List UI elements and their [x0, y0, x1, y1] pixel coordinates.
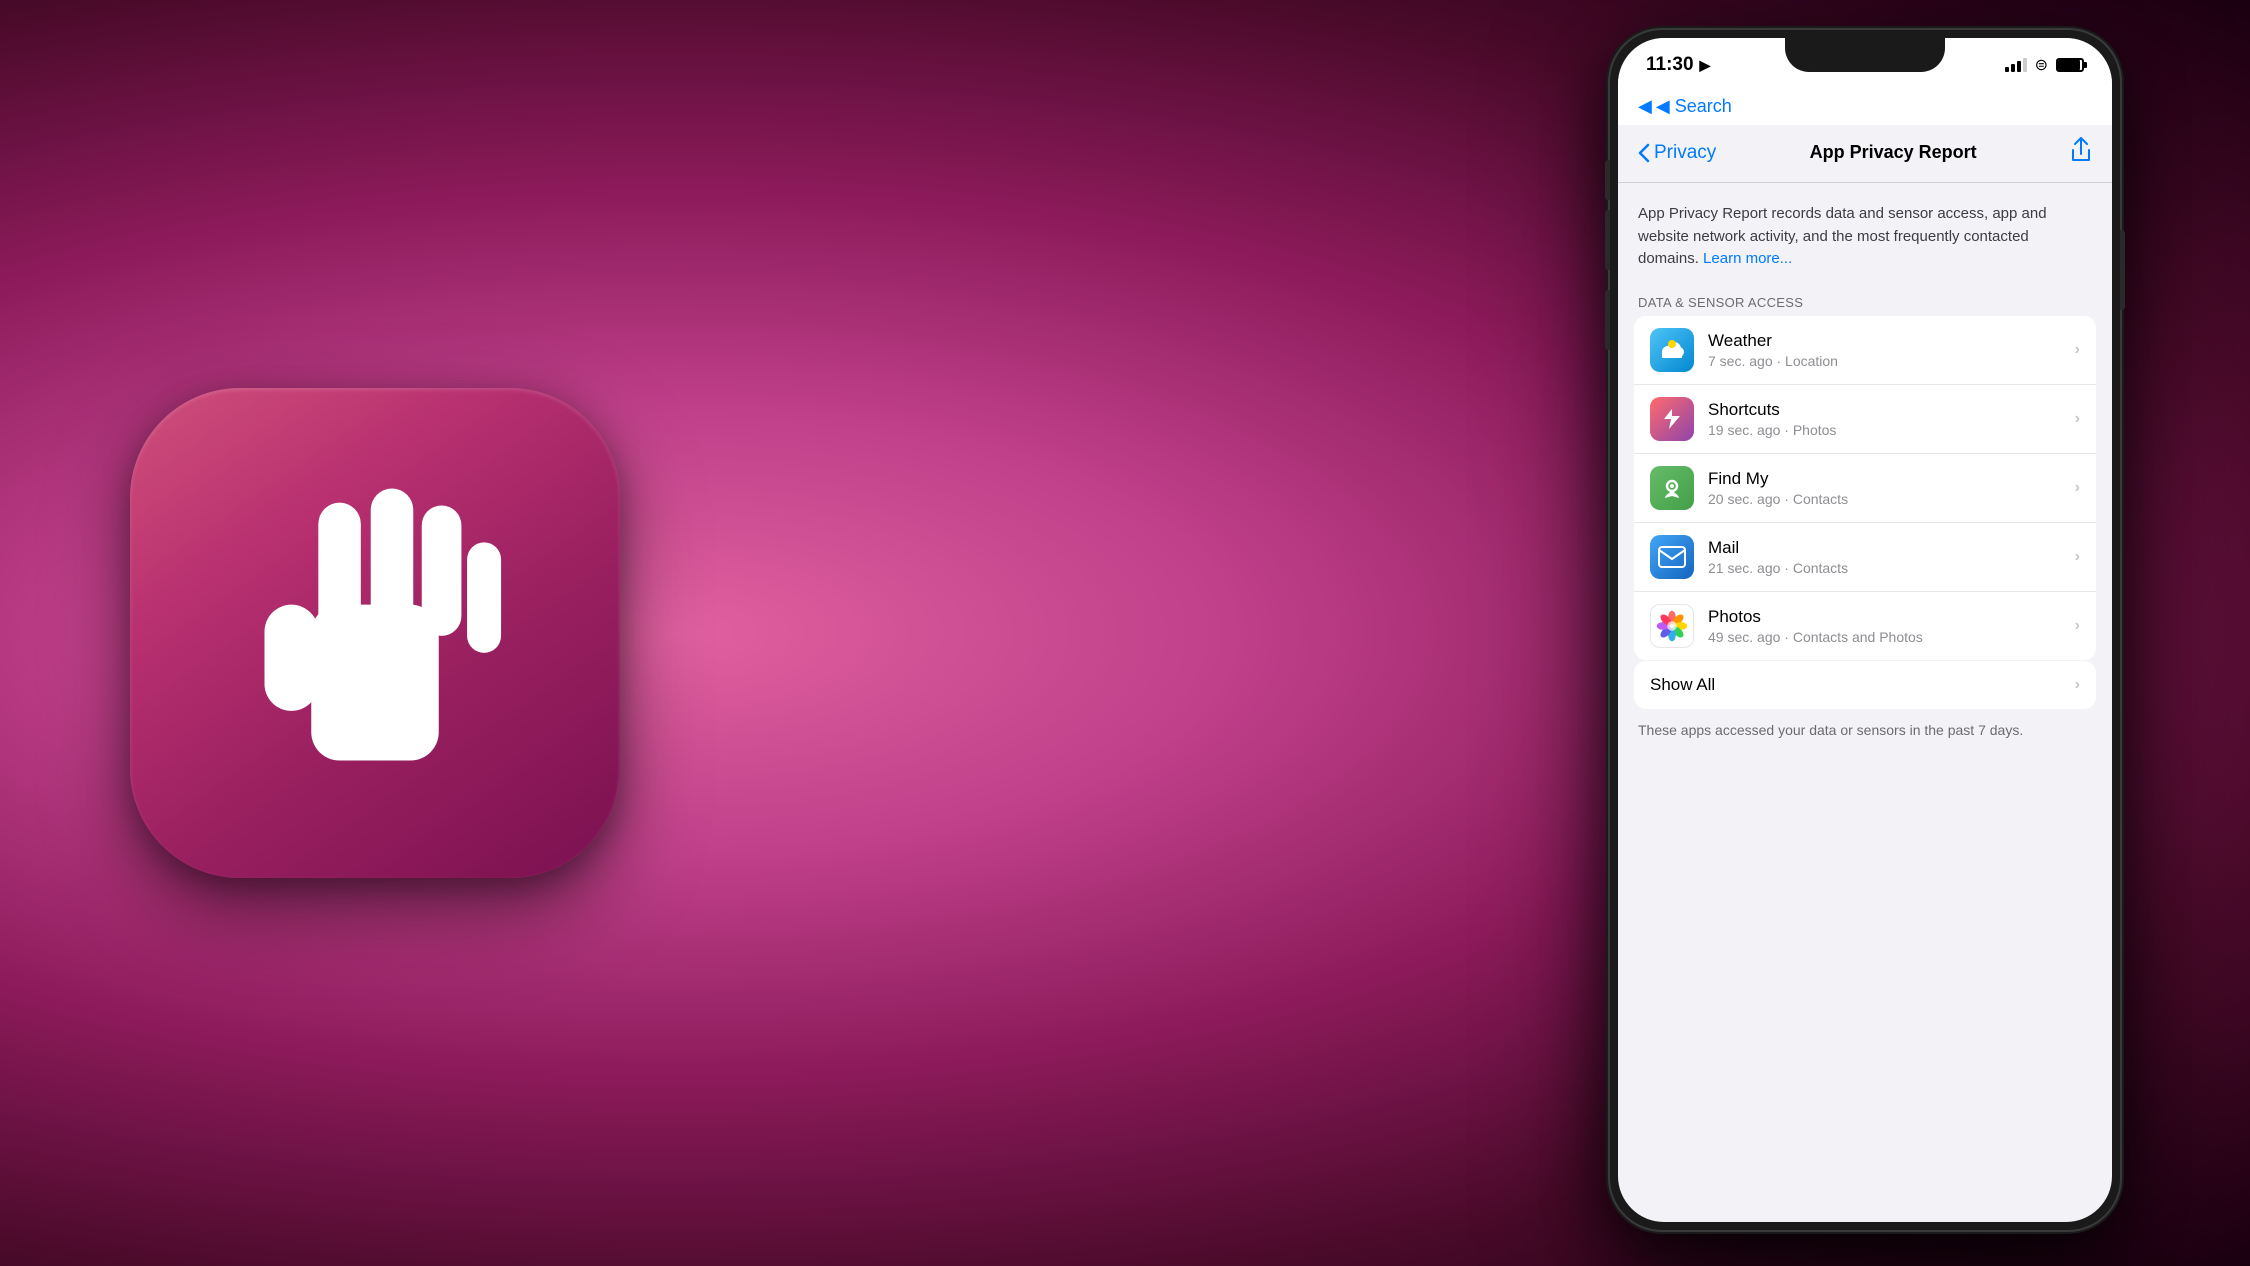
- show-all-chevron-icon: ›: [2075, 676, 2080, 694]
- nav-back-label: Privacy: [1654, 142, 1716, 164]
- description-text: App Privacy Report records data and sens…: [1638, 205, 2047, 267]
- shortcuts-app-name: Shortcuts: [1708, 400, 2075, 420]
- shortcuts-icon-graphic: [1659, 406, 1685, 432]
- app-list: Weather 7 sec. ago · Location ›: [1634, 316, 2096, 660]
- weather-chevron-icon: ›: [2075, 341, 2080, 359]
- search-back-icon: ◀: [1638, 96, 1652, 117]
- battery-icon: [2056, 58, 2084, 72]
- phone-frame: 11:30 ▶ ⊜: [1610, 30, 2120, 1230]
- findmy-icon-graphic: [1659, 475, 1685, 501]
- mail-chevron-icon: ›: [2075, 548, 2080, 566]
- findmy-chevron-icon: ›: [2075, 479, 2080, 497]
- volume-down-button: [1605, 290, 1610, 350]
- photos-chevron-icon: ›: [2075, 617, 2080, 635]
- photos-app-name: Photos: [1708, 607, 2075, 627]
- learn-more-link[interactable]: Learn more...: [1703, 250, 1792, 267]
- weather-app-icon: [1650, 328, 1694, 372]
- list-item[interactable]: Photos 49 sec. ago · Contacts and Photos…: [1634, 592, 2096, 660]
- notch: [1785, 38, 1945, 72]
- location-arrow-icon: ▶: [1700, 57, 1711, 74]
- app-icon: [130, 388, 620, 878]
- volume-up-button: [1605, 210, 1610, 270]
- weather-app-name: Weather: [1708, 331, 2075, 351]
- time-display: 11:30: [1646, 54, 1694, 76]
- findmy-app-icon: [1650, 466, 1694, 510]
- description-section: App Privacy Report records data and sens…: [1618, 183, 2112, 287]
- photos-app-detail: 49 sec. ago · Contacts and Photos: [1708, 629, 2075, 645]
- signal-bar-2: [2011, 64, 2015, 72]
- shortcuts-app-detail: 19 sec. ago · Photos: [1708, 422, 2075, 438]
- nav-title: App Privacy Report: [1716, 142, 2070, 163]
- footer-note: These apps accessed your data or sensors…: [1618, 709, 2112, 753]
- mail-app-info: Mail 21 sec. ago · Contacts: [1708, 538, 2075, 576]
- weather-icon-graphic: [1658, 336, 1686, 364]
- power-button: [2120, 230, 2125, 310]
- shortcuts-chevron-icon: ›: [2075, 410, 2080, 428]
- mail-app-name: Mail: [1708, 538, 2075, 558]
- weather-app-info: Weather 7 sec. ago · Location: [1708, 331, 2075, 369]
- mail-app-detail: 21 sec. ago · Contacts: [1708, 560, 2075, 576]
- list-item[interactable]: Mail 21 sec. ago · Contacts ›: [1634, 523, 2096, 592]
- app-icon-container: [130, 388, 620, 878]
- list-item[interactable]: Shortcuts 19 sec. ago · Photos ›: [1634, 385, 2096, 454]
- show-all-label: Show All: [1650, 675, 2075, 695]
- findmy-app-name: Find My: [1708, 469, 2075, 489]
- signal-bar-3: [2017, 61, 2021, 72]
- shortcuts-app-icon: [1650, 397, 1694, 441]
- hand-icon: [225, 463, 525, 803]
- mail-app-icon: [1650, 535, 1694, 579]
- photos-app-info: Photos 49 sec. ago · Contacts and Photos: [1708, 607, 2075, 645]
- status-time: 11:30 ▶: [1646, 54, 1710, 76]
- nav-back-button[interactable]: Privacy: [1638, 142, 1716, 164]
- phone-screen: 11:30 ▶ ⊜: [1618, 38, 2112, 1222]
- content-area: App Privacy Report records data and sens…: [1618, 183, 2112, 752]
- list-item[interactable]: Weather 7 sec. ago · Location ›: [1634, 316, 2096, 385]
- show-all-row[interactable]: Show All ›: [1634, 661, 2096, 709]
- nav-bar: Privacy App Privacy Report: [1618, 125, 2112, 183]
- signal-bar-1: [2005, 67, 2009, 72]
- battery-fill: [2058, 60, 2080, 70]
- phone-container: 11:30 ▶ ⊜: [1610, 30, 2120, 1230]
- silent-switch: [1605, 160, 1610, 200]
- search-back-label[interactable]: ◀ Search: [1656, 96, 1732, 117]
- description-body: App Privacy Report records data and sens…: [1638, 205, 2047, 267]
- signal-bar-4: [2023, 58, 2027, 72]
- section-header: DATA & SENSOR ACCESS: [1618, 287, 2112, 316]
- signal-bars-icon: [2005, 58, 2027, 72]
- findmy-app-info: Find My 20 sec. ago · Contacts: [1708, 469, 2075, 507]
- list-item[interactable]: Find My 20 sec. ago · Contacts ›: [1634, 454, 2096, 523]
- status-right: ⊜: [2005, 55, 2084, 75]
- findmy-app-detail: 20 sec. ago · Contacts: [1708, 491, 2075, 507]
- mail-icon-graphic: [1658, 546, 1686, 568]
- photos-app-icon: [1650, 604, 1694, 648]
- share-icon: [2070, 137, 2092, 163]
- shortcuts-app-info: Shortcuts 19 sec. ago · Photos: [1708, 400, 2075, 438]
- photos-icon-graphic: [1651, 604, 1693, 648]
- share-button[interactable]: [2070, 137, 2092, 168]
- search-nav-bar: ◀ ◀ Search: [1618, 92, 2112, 125]
- weather-app-detail: 7 sec. ago · Location: [1708, 353, 2075, 369]
- back-chevron-icon: [1638, 143, 1650, 163]
- wifi-icon: ⊜: [2035, 55, 2048, 75]
